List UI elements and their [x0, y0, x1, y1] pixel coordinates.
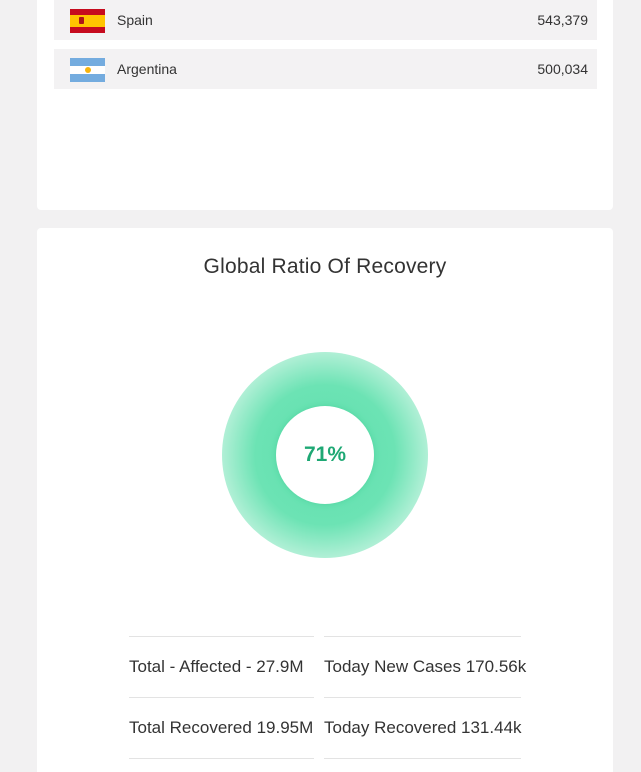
stats-divider — [129, 758, 521, 759]
recovery-card: Global Ratio Of Recovery 71% Total - Aff… — [37, 228, 613, 772]
stat-today-new-cases: Today New Cases 170.56k — [324, 636, 526, 697]
argentina-flag-icon — [70, 58, 105, 82]
country-value: 543,379 — [537, 12, 588, 28]
country-name: Argentina — [117, 61, 177, 77]
stat-today-recovered: Today Recovered 131.44k — [324, 697, 522, 758]
stats-grid: Total - Affected - 27.9M Today New Cases… — [129, 636, 526, 759]
recovery-ratio-label: 71% — [303, 443, 347, 466]
recovery-title: Global Ratio Of Recovery — [203, 255, 447, 278]
country-row-spain: Spain 543,379 — [54, 0, 597, 40]
recovery-donut-chart: 71% — [222, 352, 428, 558]
country-value: 500,034 — [537, 61, 588, 77]
stats-row: Total Recovered 19.95M Today Recovered 1… — [129, 697, 522, 758]
donut-center: 71% — [276, 406, 374, 504]
stats-row: Total - Affected - 27.9M Today New Cases… — [129, 636, 526, 697]
country-row-argentina: Argentina 500,034 — [54, 49, 597, 89]
country-name: Spain — [117, 12, 153, 28]
stat-total-recovered: Total Recovered 19.95M — [129, 697, 314, 758]
top-countries-card: Spain 543,379 Argentina 500,034 — [37, 0, 613, 210]
spain-flag-icon — [70, 9, 105, 33]
stat-total-affected: Total - Affected - 27.9M — [129, 636, 314, 697]
